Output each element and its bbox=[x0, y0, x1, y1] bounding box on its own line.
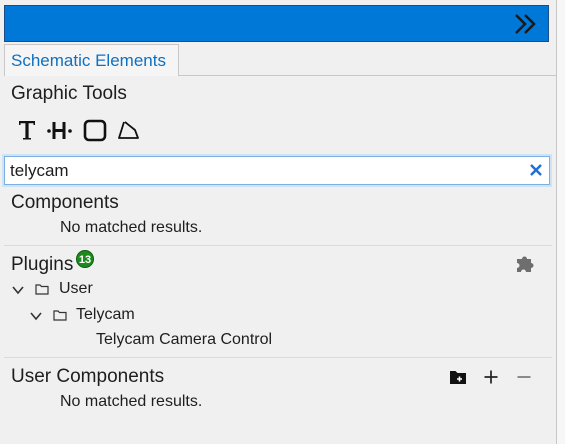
wire-tool-icon bbox=[47, 122, 72, 139]
tab-strip: Schematic Elements bbox=[4, 44, 556, 76]
plugins-count-badge: 13 bbox=[76, 250, 94, 268]
tree-item-label: User bbox=[59, 280, 93, 297]
components-empty-message: No matched results. bbox=[60, 219, 203, 236]
search-input[interactable] bbox=[10, 159, 510, 182]
plus-icon bbox=[484, 370, 498, 384]
polygon-tool-button[interactable] bbox=[116, 117, 142, 143]
wire-tool-button[interactable] bbox=[46, 117, 76, 143]
panel-gutter bbox=[557, 0, 565, 444]
schematic-elements-panel: Schematic Elements Graphic Tools telycam… bbox=[0, 0, 556, 444]
components-title: Components bbox=[11, 192, 119, 213]
clear-search-button[interactable] bbox=[529, 163, 543, 177]
search-box bbox=[4, 156, 550, 185]
graphic-tools-title: Graphic Tools bbox=[11, 83, 127, 104]
chevron-down-icon bbox=[12, 286, 24, 295]
add-folder-button[interactable] bbox=[449, 368, 467, 386]
add-component-button[interactable] bbox=[482, 368, 500, 386]
tree-item-label: Telycam bbox=[76, 306, 135, 323]
puzzle-icon bbox=[517, 256, 534, 272]
folder-plus-icon bbox=[450, 371, 466, 384]
tree-item-label: Telycam Camera Control bbox=[96, 331, 273, 348]
folder-icon bbox=[53, 310, 67, 321]
manage-plugins-button[interactable] bbox=[514, 252, 536, 274]
text-tool-button[interactable] bbox=[14, 117, 40, 143]
user-components-empty-message: No matched results. bbox=[60, 393, 203, 410]
user-components-title: User Components bbox=[11, 366, 165, 387]
text-tool-icon bbox=[19, 121, 35, 140]
section-divider bbox=[4, 357, 552, 358]
chevron-down-icon bbox=[30, 312, 42, 321]
rectangle-tool-icon bbox=[83, 119, 107, 142]
tab-schematic-elements[interactable]: Schematic Elements bbox=[4, 44, 179, 76]
collapse-panel-button[interactable] bbox=[510, 12, 540, 36]
close-icon bbox=[530, 164, 542, 176]
plugins-title: Plugins bbox=[11, 254, 74, 275]
folder-icon bbox=[35, 284, 49, 295]
double-chevron-right-icon bbox=[515, 14, 536, 34]
polygon-tool-icon bbox=[118, 121, 139, 139]
section-divider bbox=[4, 245, 552, 246]
tree-item-telycam-camera-control[interactable]: Telycam Camera Control bbox=[96, 329, 272, 351]
panel-title-bar bbox=[4, 5, 549, 42]
rectangle-tool-button[interactable] bbox=[82, 117, 108, 143]
minus-icon bbox=[517, 376, 531, 378]
remove-component-button[interactable] bbox=[515, 368, 533, 386]
